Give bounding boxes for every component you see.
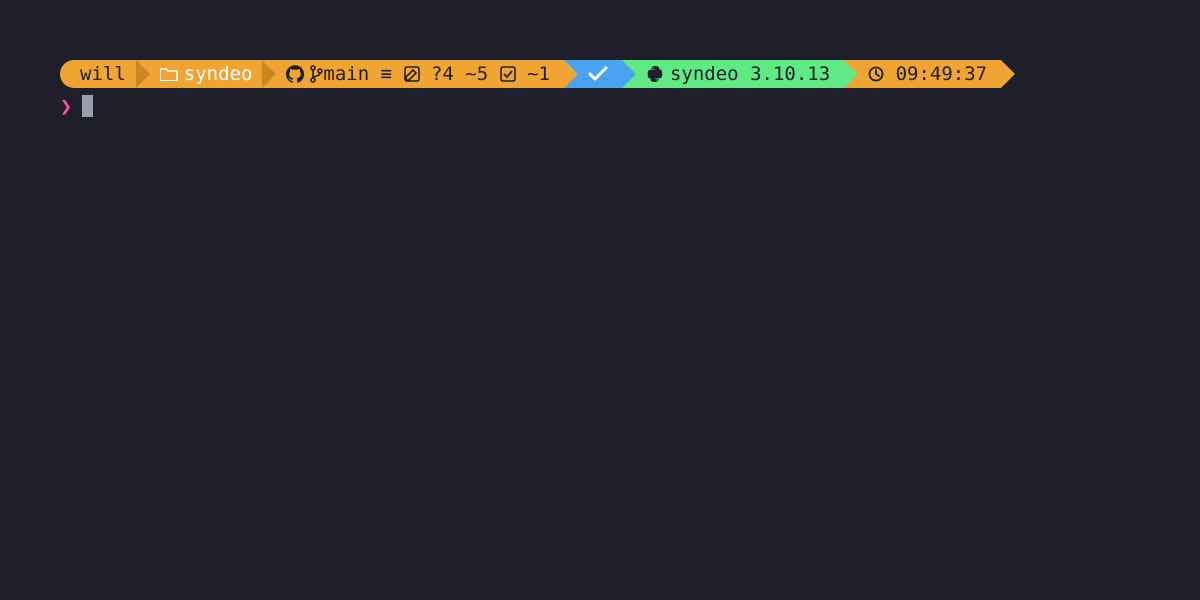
user-segment: will [74,60,136,88]
powerline-prompt: will syndeo main ≡ [60,60,1200,88]
git-branch: main [323,60,369,88]
git-untracked: ?4 [431,60,454,88]
git-behind: ~5 [465,60,488,88]
branch-icon [310,65,323,83]
folder-icon [160,67,178,81]
time-value: 09:49:37 [896,60,988,88]
prompt-symbol: ❯ [60,94,72,118]
github-icon [286,65,304,83]
time-segment: 09:49:37 [858,60,1001,88]
terminal[interactable]: will syndeo main ≡ [0,0,1200,120]
python-version: 3.10.13 [750,60,830,88]
python-icon [646,65,664,83]
separator-icon [136,60,150,88]
segment-cap [60,60,74,88]
clock-icon [868,66,884,82]
separator-icon [262,60,276,88]
separator-icon [844,60,858,88]
command-line[interactable]: ❯ [60,92,1200,120]
python-env: syndeo [670,60,739,88]
git-staged: ~1 [527,60,550,88]
edit-icon [404,66,420,82]
check-icon [588,66,608,82]
separator-icon [564,60,578,88]
separator-icon [622,60,636,88]
user-name: will [80,60,126,88]
status-segment [578,60,622,88]
cwd-name: syndeo [184,60,253,88]
git-segment: main ≡ ?4 ~5 ~1 [276,60,564,88]
cwd-segment: syndeo [150,60,263,88]
cursor [82,95,93,117]
python-segment: syndeo 3.10.13 [636,60,844,88]
staged-check-icon [500,66,516,82]
separator-icon [1001,60,1015,88]
